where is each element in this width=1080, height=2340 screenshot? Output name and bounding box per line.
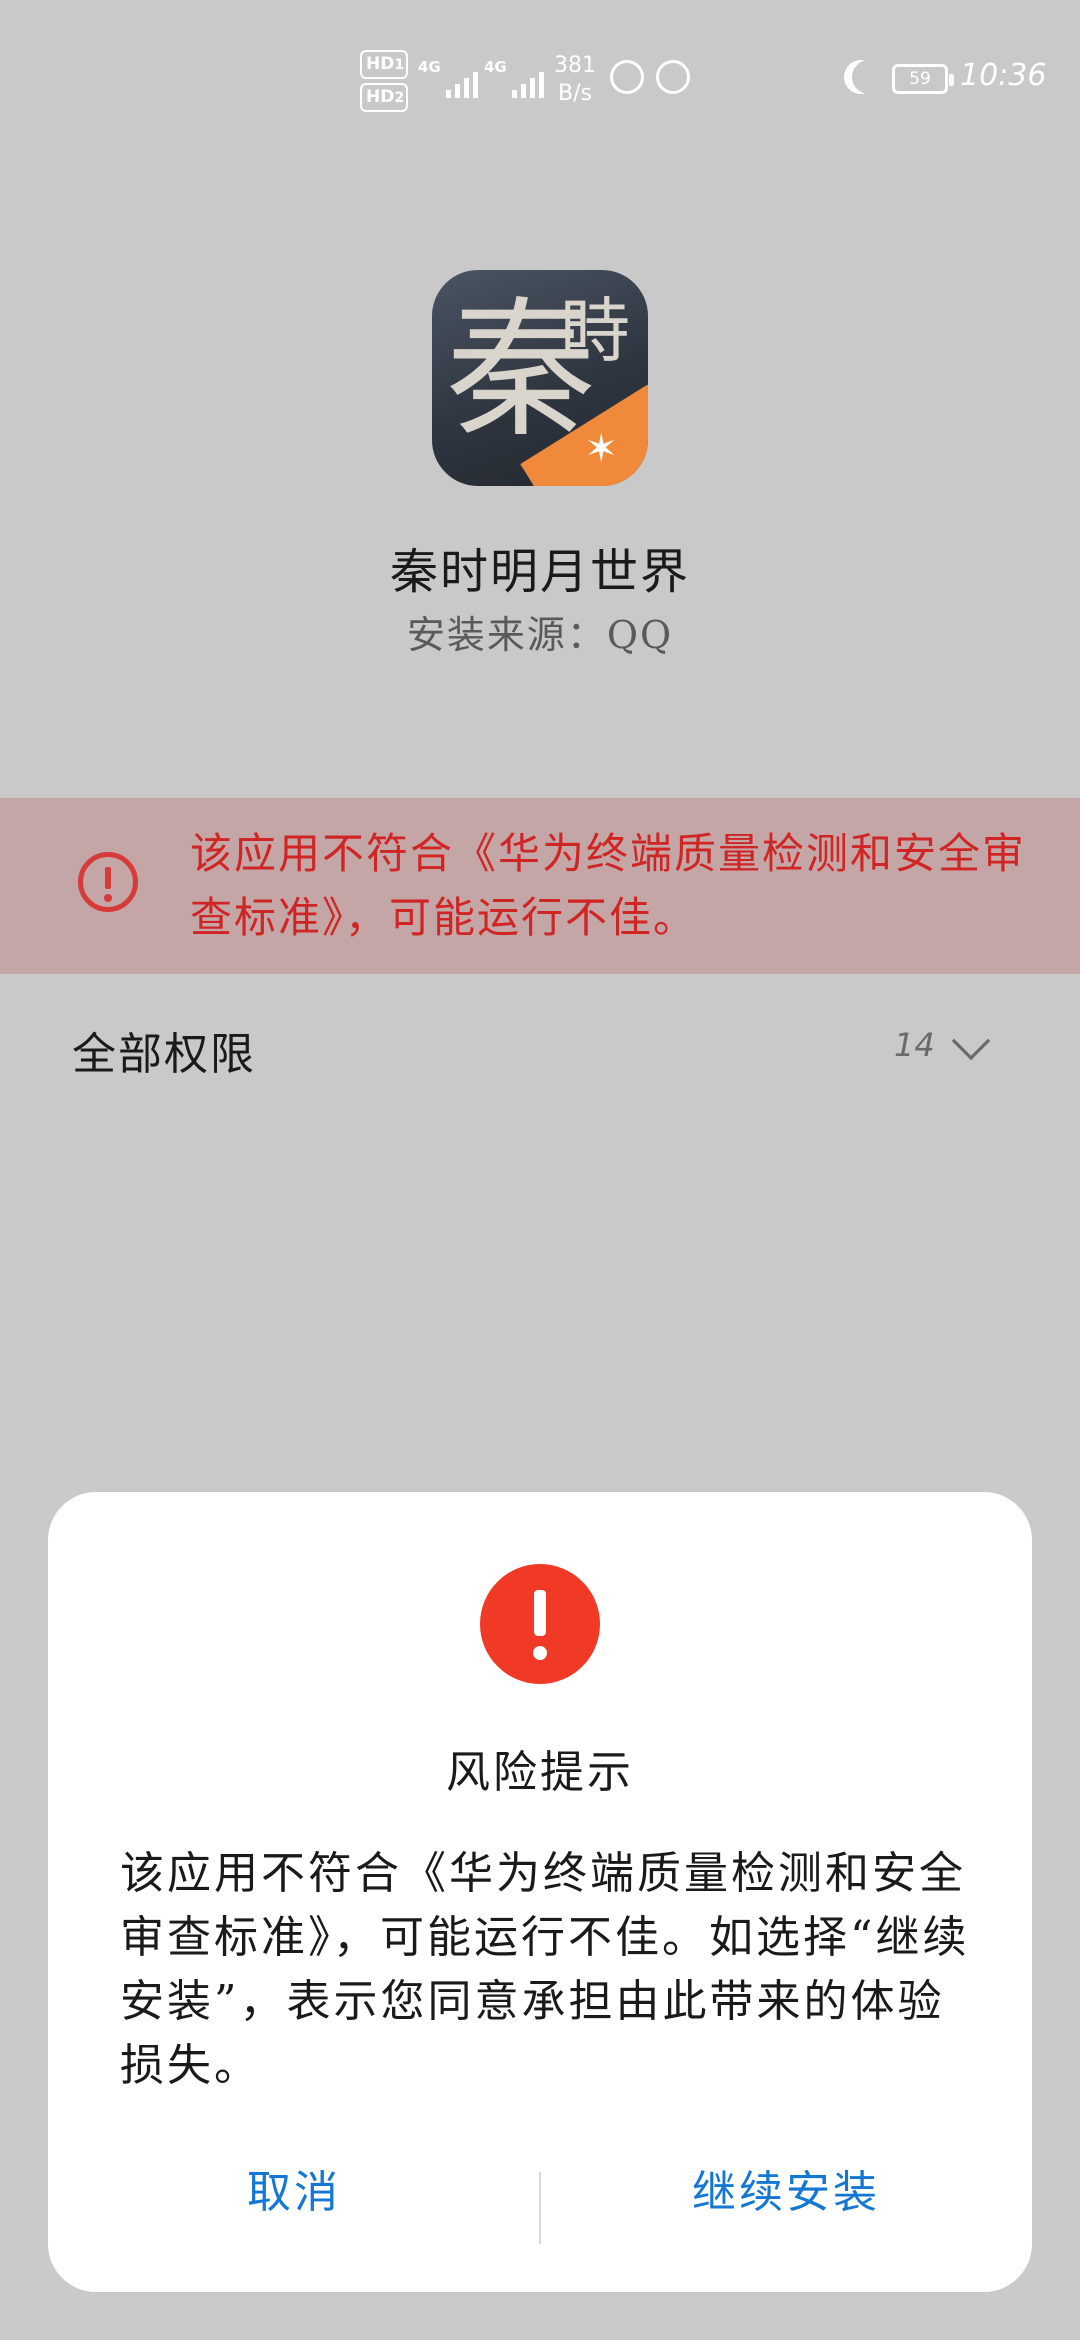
status-bar: HD1 HD2 4G 4G 381 B/s 59 10:36 bbox=[0, 0, 1080, 150]
dialog-title: 风险提示 bbox=[446, 1747, 634, 1798]
hd-voice-indicator: HD1 HD2 bbox=[360, 50, 408, 116]
all-permissions-row[interactable]: 全部权限 14 bbox=[0, 1010, 1080, 1080]
e-browser-icon bbox=[656, 60, 690, 94]
exclamation-circle-icon bbox=[78, 852, 138, 912]
sparkle-icon: ✶ bbox=[584, 426, 618, 472]
app-name: 秦时明月世界 bbox=[389, 544, 690, 600]
network-speed: 381 B/s bbox=[554, 53, 596, 106]
app-icon: 秦 時 ✶ bbox=[432, 270, 648, 486]
hd1-badge: HD1 bbox=[360, 50, 408, 79]
screen: HD1 HD2 4G 4G 381 B/s 59 10:36 秦 時 ✶ 秦时明… bbox=[0, 0, 1080, 2340]
permissions-title: 全部权限 bbox=[72, 1029, 256, 1080]
battery-icon: 59 bbox=[892, 64, 954, 94]
warning-text: 该应用不符合《华为终端质量检测和安全审查标准》，可能运行不佳。 bbox=[190, 829, 1027, 942]
hand-icon bbox=[610, 60, 644, 94]
chevron-down-icon[interactable] bbox=[951, 1021, 991, 1061]
alert-icon bbox=[480, 1564, 600, 1684]
app-icon-char-2: 時 bbox=[560, 290, 630, 372]
risk-dialog: 风险提示 该应用不符合《华为终端质量检测和安全审查标准》，可能运行不佳。如选择“… bbox=[48, 1492, 1032, 2292]
continue-install-button[interactable]: 继续安装 bbox=[540, 2148, 1032, 2238]
install-source: 安装来源：QQ bbox=[406, 613, 674, 657]
moon-icon bbox=[852, 60, 886, 94]
hd2-badge: HD2 bbox=[360, 83, 408, 112]
cancel-button[interactable]: 取消 bbox=[48, 2148, 540, 2238]
dialog-message: 该应用不符合《华为终端质量检测和安全审查标准》，可能运行不佳。如选择“继续安装”… bbox=[120, 1848, 970, 2091]
warning-banner: 该应用不符合《华为终端质量检测和安全审查标准》，可能运行不佳。 bbox=[0, 798, 1080, 974]
permissions-count: 14 bbox=[894, 1026, 935, 1064]
clock: 10:36 bbox=[960, 58, 1047, 93]
signal-sim1-icon: 4G bbox=[418, 58, 478, 98]
signal-sim2-icon: 4G bbox=[484, 58, 544, 98]
